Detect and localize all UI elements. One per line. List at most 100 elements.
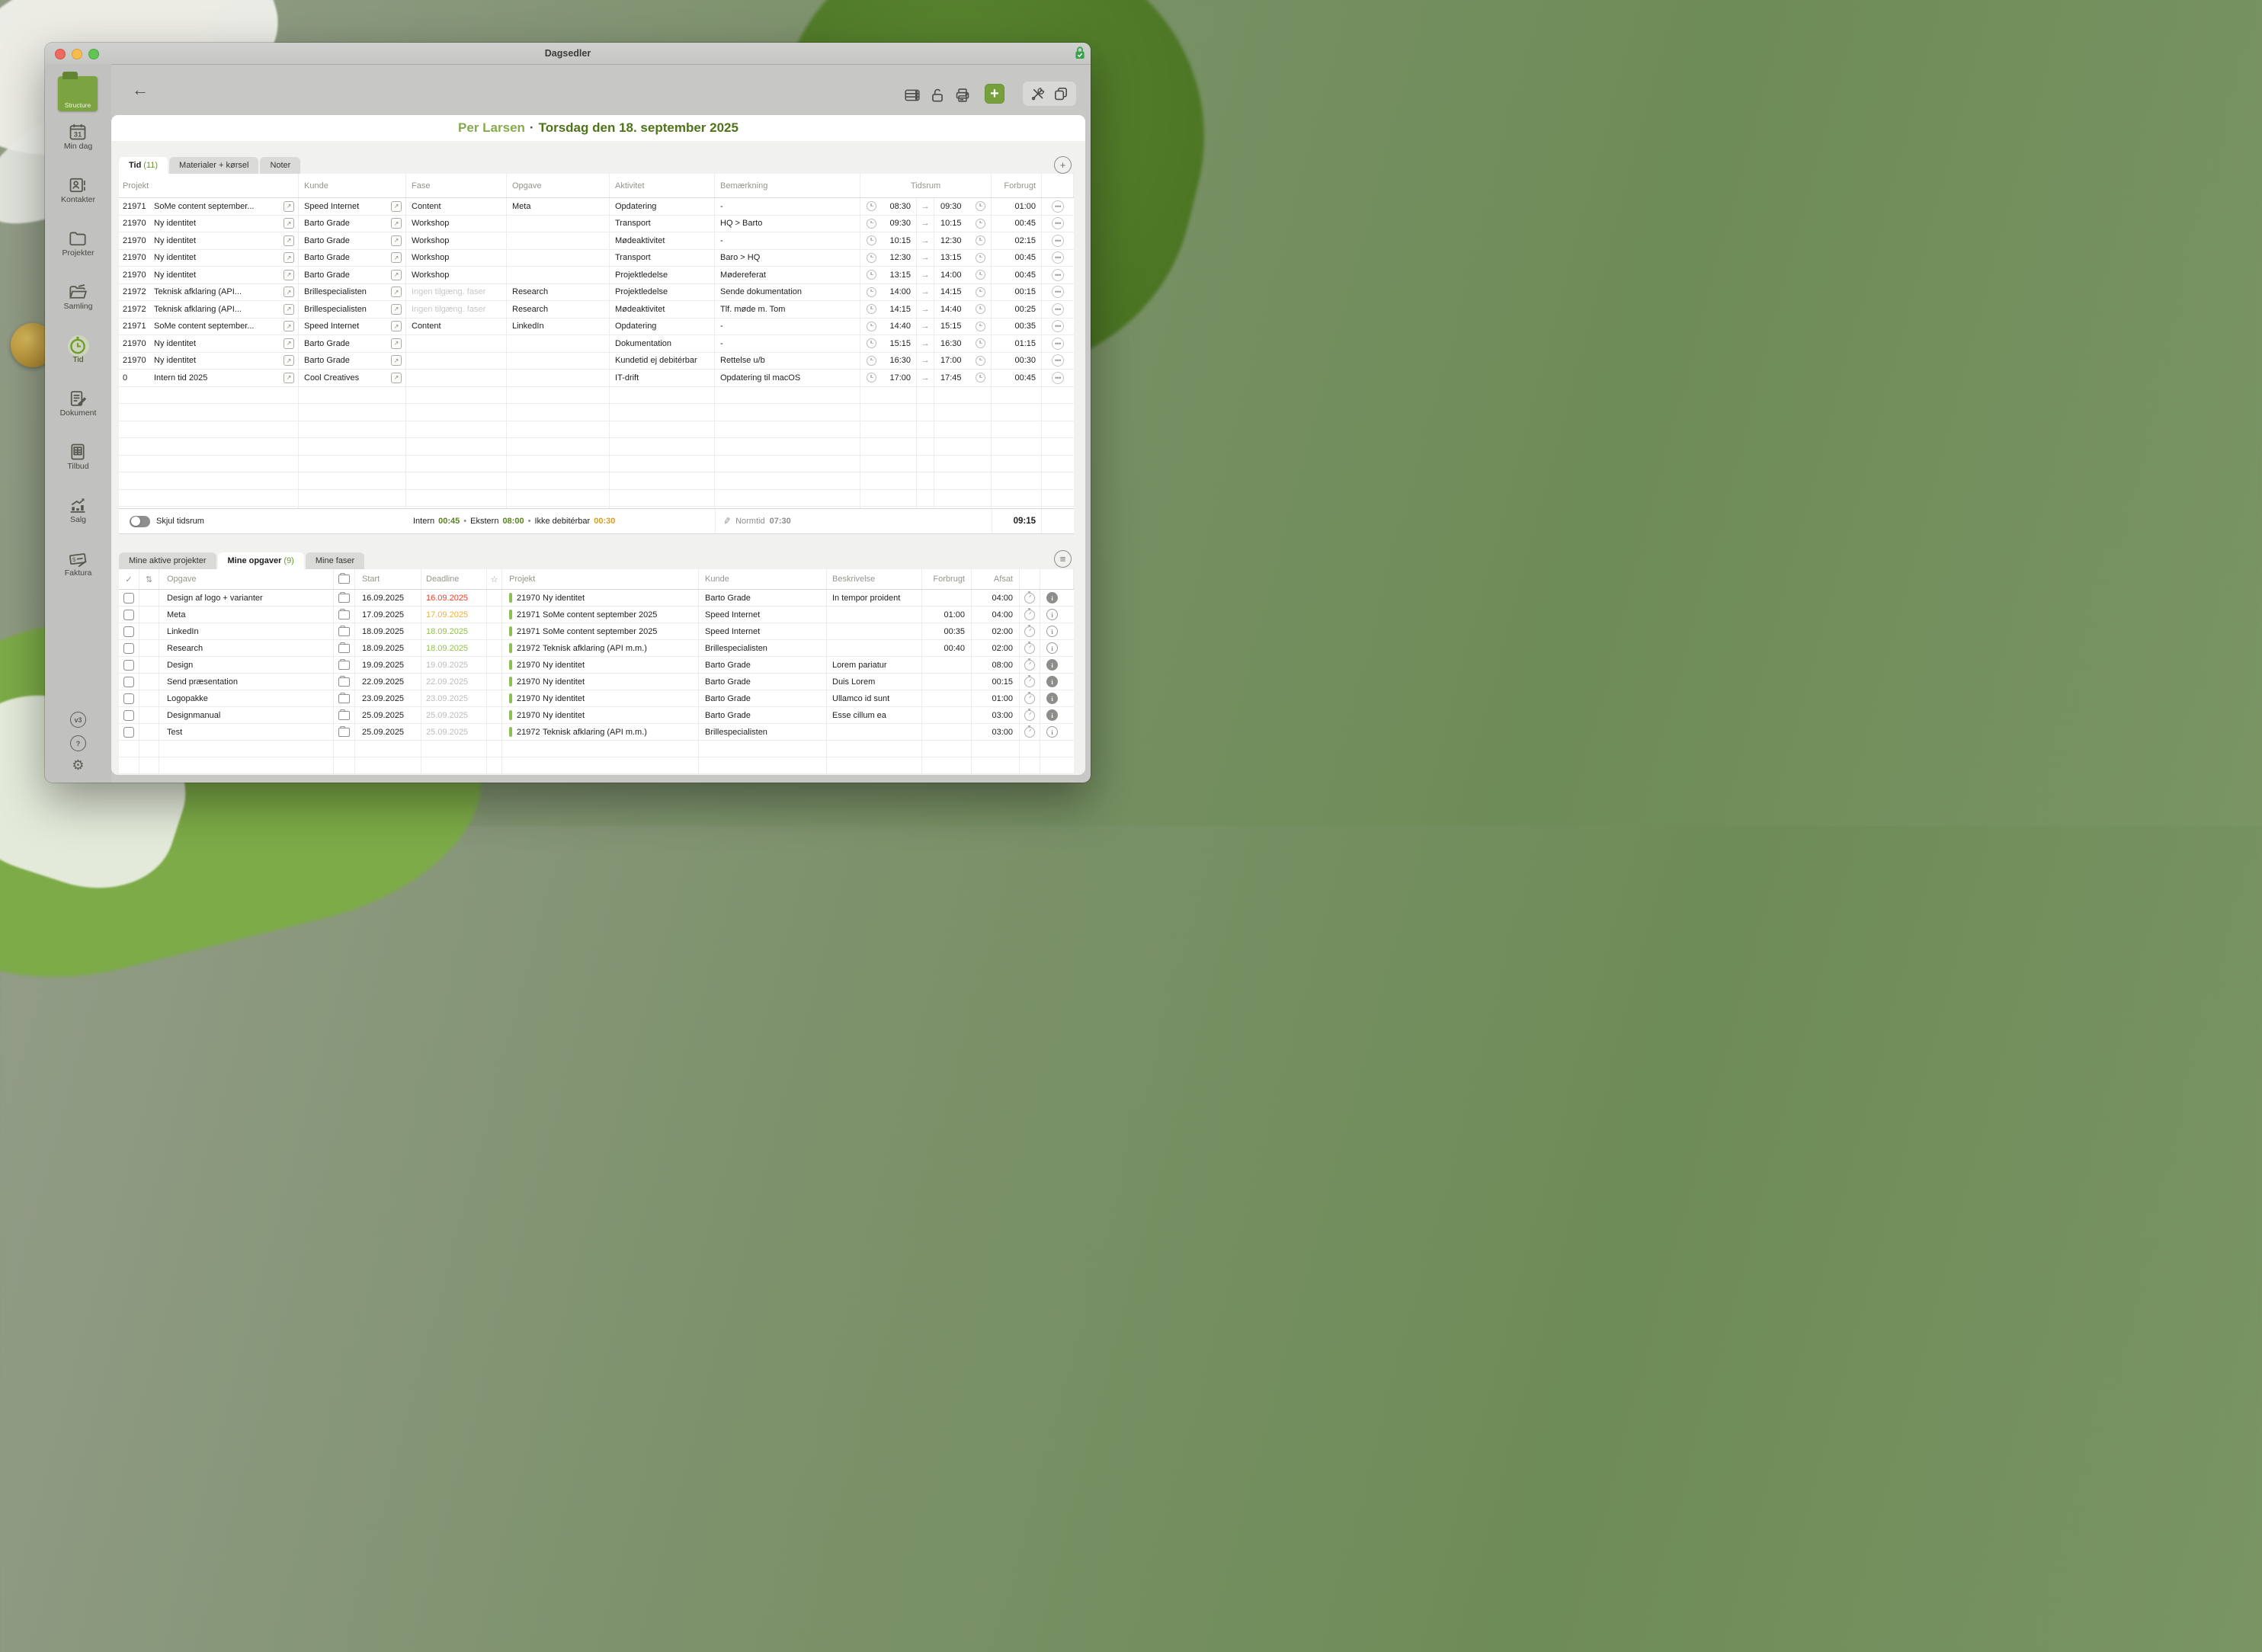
start-timer-icon[interactable] (1024, 610, 1035, 620)
open-project-icon[interactable]: ↗ (284, 287, 294, 297)
time-entry-row[interactable]: 21970Ny identitet↗ Barto Grade↗ Workshop… (119, 267, 1074, 284)
open-customer-icon[interactable]: ↗ (391, 218, 402, 229)
open-customer-icon[interactable]: ↗ (391, 355, 402, 366)
col-kunde[interactable]: Kunde (699, 569, 827, 589)
col-star-icon[interactable]: ☆ (487, 569, 502, 589)
tools-icon[interactable] (1030, 85, 1046, 102)
filter-circle-icon[interactable]: ≡ (1054, 550, 1072, 568)
help-button[interactable]: ? (45, 735, 111, 751)
time-entry-row[interactable]: 21970Ny identitet↗ Barto Grade↗ Workshop… (119, 250, 1074, 267)
col-tidsrum[interactable]: Tidsrum (860, 174, 992, 197)
sidebar-item-projekter[interactable]: Projekter (45, 229, 111, 271)
info-icon[interactable]: i (1046, 626, 1058, 637)
settings-gear-icon[interactable]: ⚙ (45, 758, 111, 772)
time-entry-row[interactable]: 21971SoMe content september...↗ Speed In… (119, 319, 1074, 336)
sidebar-item-min-dag[interactable]: 31 Min dag (45, 122, 111, 165)
open-customer-icon[interactable]: ↗ (391, 321, 402, 331)
copy-icon[interactable] (1053, 85, 1069, 102)
task-checkbox[interactable] (123, 710, 134, 721)
open-project-icon[interactable]: ↗ (284, 338, 294, 349)
open-customer-icon[interactable]: ↗ (391, 235, 402, 246)
col-opgave[interactable]: Opgave (159, 569, 334, 589)
time-entry-row[interactable]: 21972Teknisk afklaring (API...↗ Brillesp… (119, 301, 1074, 319)
ellipsis-menu-icon[interactable]: ••• (1052, 235, 1064, 247)
col-projekt[interactable]: Projekt (502, 569, 699, 589)
ellipsis-menu-icon[interactable]: ••• (1052, 372, 1064, 384)
time-entry-row[interactable]: 21971SoMe content september...↗ Speed In… (119, 198, 1074, 216)
task-row[interactable]: Logopakke 23.09.2025 23.09.2025 21970Ny … (119, 690, 1074, 707)
version-badge[interactable]: v3 (45, 712, 111, 728)
open-customer-icon[interactable]: ↗ (391, 304, 402, 315)
open-customer-icon[interactable]: ↗ (391, 287, 402, 297)
col-deadline[interactable]: Deadline (421, 569, 487, 589)
start-timer-icon[interactable] (1024, 643, 1035, 654)
start-timer-icon[interactable] (1024, 677, 1035, 687)
ellipsis-menu-icon[interactable]: ••• (1052, 354, 1064, 367)
add-row-circle-icon[interactable]: + (1054, 156, 1072, 174)
open-customer-icon[interactable]: ↗ (391, 252, 402, 263)
open-project-icon[interactable]: ↗ (284, 252, 294, 263)
info-icon[interactable]: i (1046, 642, 1058, 654)
task-checkbox[interactable] (123, 693, 134, 704)
sidebar-item-kontakter[interactable]: Kontakter (45, 175, 111, 218)
task-checkbox[interactable] (123, 660, 134, 671)
col-folder-icon[interactable] (334, 569, 355, 589)
info-icon[interactable]: i (1046, 676, 1058, 687)
open-project-icon[interactable]: ↗ (284, 355, 294, 366)
sidebar-item-tid[interactable]: Tid (45, 335, 111, 378)
normtid[interactable]: ✎ Normtid07:30 (715, 509, 992, 533)
task-checkbox[interactable] (123, 727, 134, 738)
tab-noter[interactable]: Noter (260, 157, 300, 174)
col-done-icon[interactable]: ✓ (119, 569, 139, 589)
table-rows-icon[interactable] (902, 85, 922, 105)
tab-materialer-kørsel[interactable]: Materialer + kørsel (169, 157, 258, 174)
tab-mine-faser[interactable]: Mine faser (306, 552, 364, 569)
col-afsat[interactable]: Afsat (972, 569, 1020, 589)
open-project-icon[interactable]: ↗ (284, 218, 294, 229)
ellipsis-menu-icon[interactable]: ••• (1052, 269, 1064, 281)
print-icon[interactable] (953, 85, 972, 105)
task-checkbox[interactable] (123, 610, 134, 620)
tab-mine-aktive-projekter[interactable]: Mine aktive projekter (119, 552, 216, 569)
tab-mine-opgaver[interactable]: Mine opgaver(9) (218, 552, 304, 569)
open-customer-icon[interactable]: ↗ (391, 373, 402, 383)
ellipsis-menu-icon[interactable]: ••• (1052, 338, 1064, 350)
task-row[interactable]: Meta 17.09.2025 17.09.2025 21971SoMe con… (119, 607, 1074, 623)
col-forbrugt[interactable]: Forbrugt (992, 174, 1042, 197)
info-icon[interactable]: i (1046, 659, 1058, 671)
start-timer-icon[interactable] (1024, 660, 1035, 671)
col-kunde[interactable]: Kunde (299, 174, 406, 197)
task-checkbox[interactable] (123, 593, 134, 603)
ellipsis-menu-icon[interactable]: ••• (1052, 320, 1064, 332)
start-timer-icon[interactable] (1024, 727, 1035, 738)
col-bemaerkning[interactable]: Bemærkning (715, 174, 860, 197)
ellipsis-menu-icon[interactable]: ••• (1052, 303, 1064, 315)
col-fase[interactable]: Fase (406, 174, 507, 197)
info-icon[interactable]: i (1046, 709, 1058, 721)
ellipsis-menu-icon[interactable]: ••• (1052, 286, 1064, 298)
task-row[interactable]: Test 25.09.2025 25.09.2025 21972Teknisk … (119, 724, 1074, 741)
ellipsis-menu-icon[interactable]: ••• (1052, 217, 1064, 229)
col-opgave[interactable]: Opgave (507, 174, 610, 197)
info-icon[interactable]: i (1046, 726, 1058, 738)
sidebar-item-dokument[interactable]: Dokument (45, 389, 111, 431)
col-aktivitet[interactable]: Aktivitet (610, 174, 715, 197)
task-row[interactable]: Designmanual 25.09.2025 25.09.2025 21970… (119, 707, 1074, 724)
task-checkbox[interactable] (123, 677, 134, 687)
task-row[interactable]: LinkedIn 18.09.2025 18.09.2025 21971SoMe… (119, 623, 1074, 640)
start-timer-icon[interactable] (1024, 693, 1035, 704)
task-checkbox[interactable] (123, 643, 134, 654)
open-project-icon[interactable]: ↗ (284, 201, 294, 212)
ellipsis-menu-icon[interactable]: ••• (1052, 251, 1064, 264)
open-project-icon[interactable]: ↗ (284, 321, 294, 331)
task-row[interactable]: Send præsentation 22.09.2025 22.09.2025 … (119, 674, 1074, 690)
open-customer-icon[interactable]: ↗ (391, 338, 402, 349)
sidebar-item-samling[interactable]: Samling (45, 282, 111, 325)
sidebar-item-faktura[interactable]: $ Faktura (45, 549, 111, 591)
col-sort-icon[interactable]: ⇅ (139, 569, 159, 589)
start-timer-icon[interactable] (1024, 593, 1035, 603)
add-entry-button[interactable]: + (985, 84, 1004, 104)
info-icon[interactable]: i (1046, 693, 1058, 704)
start-timer-icon[interactable] (1024, 710, 1035, 721)
structure-logo[interactable]: Structure (58, 76, 98, 111)
